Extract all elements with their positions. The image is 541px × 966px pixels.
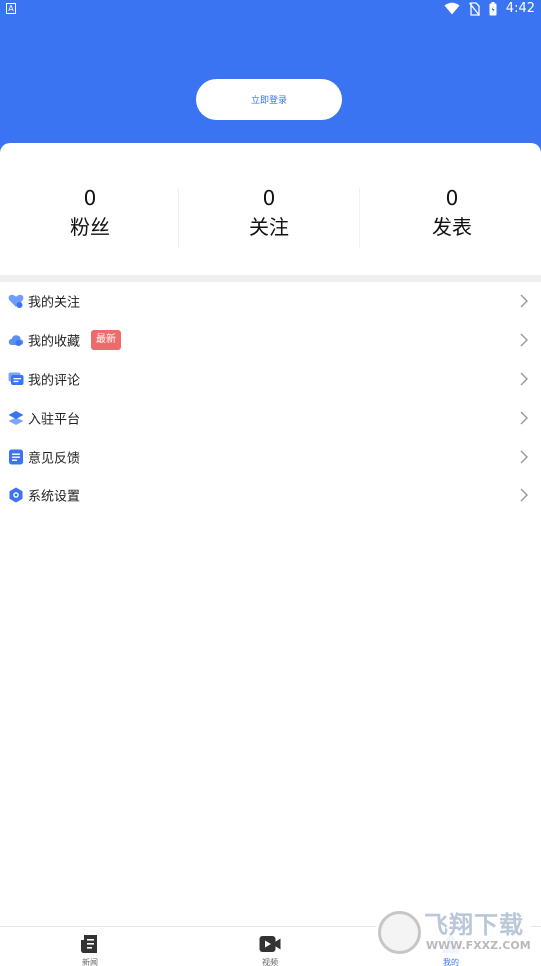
login-button[interactable]: 立即登录	[196, 79, 342, 120]
posts-count: 0	[445, 186, 459, 210]
notification-indicator: A	[6, 3, 16, 14]
menu-item-my-follows[interactable]: 我的关注	[0, 282, 541, 321]
heart-icon	[8, 295, 24, 309]
tab-label: 我的	[443, 958, 459, 966]
status-icons: 4:42	[444, 1, 535, 16]
document-icon	[9, 449, 23, 465]
status-bar: A 4:42	[0, 0, 541, 18]
chevron-right-icon	[520, 411, 528, 425]
menu-item-settings[interactable]: 系统设置	[0, 476, 541, 515]
menu-item-label: 我的评论	[28, 373, 81, 389]
following-label: 关注	[249, 215, 289, 239]
menu-item-join-platform[interactable]: 入驻平台	[0, 398, 541, 437]
stat-following[interactable]: 0 关注	[179, 185, 359, 241]
comment-icon	[8, 372, 24, 385]
cloud-icon	[8, 335, 24, 347]
battery-icon	[489, 1, 497, 15]
chevron-right-icon	[520, 372, 528, 386]
watermark-logo	[378, 911, 421, 954]
tab-label: 视频	[262, 958, 278, 966]
followers-count: 0	[83, 186, 97, 210]
section-divider	[0, 275, 541, 282]
stats-card: 0 粉丝 0 关注 0 发表	[0, 143, 541, 275]
watermark-url: WWW.FXXZ.COM	[426, 939, 531, 952]
layers-icon	[8, 410, 24, 425]
wifi-icon	[444, 2, 460, 15]
menu-item-label: 我的关注	[28, 295, 81, 311]
posts-label: 发表	[432, 215, 472, 239]
tab-video[interactable]: 视频	[180, 927, 360, 966]
watermark: 飞翔下载 WWW.FXXZ.COM	[376, 909, 531, 956]
chevron-right-icon	[520, 450, 528, 464]
chevron-right-icon	[520, 294, 528, 308]
menu-item-label: 我的收藏	[28, 334, 81, 350]
video-icon	[259, 936, 281, 952]
menu-item-label: 系统设置	[28, 489, 81, 505]
menu-item-my-favorites[interactable]: 我的收藏 最新	[0, 321, 541, 360]
new-badge: 最新	[91, 330, 121, 351]
chevron-right-icon	[520, 488, 528, 502]
menu-item-feedback[interactable]: 意见反馈	[0, 437, 541, 476]
menu-item-my-comments[interactable]: 我的评论	[0, 360, 541, 399]
no-sim-icon	[468, 1, 480, 16]
followers-label: 粉丝	[70, 215, 110, 239]
menu-list: 我的关注 我的收藏 最新 我的评论 入驻平台 意见反馈 系统设置	[0, 282, 541, 515]
clock: 4:42	[505, 1, 535, 16]
watermark-text: 飞翔下载	[424, 911, 524, 939]
chevron-right-icon	[520, 333, 528, 347]
menu-item-label: 意见反馈	[28, 451, 81, 467]
stat-posts[interactable]: 0 发表	[362, 185, 541, 241]
tab-label: 新闻	[82, 958, 98, 966]
stat-followers[interactable]: 0 粉丝	[0, 185, 180, 241]
profile-header: A 4:42 立即登录	[0, 0, 541, 160]
following-count: 0	[262, 186, 276, 210]
tab-news[interactable]: 新闻	[0, 927, 180, 966]
settings-icon	[9, 487, 23, 503]
stat-divider	[359, 188, 360, 248]
news-icon	[81, 935, 97, 953]
menu-item-label: 入驻平台	[28, 412, 81, 428]
